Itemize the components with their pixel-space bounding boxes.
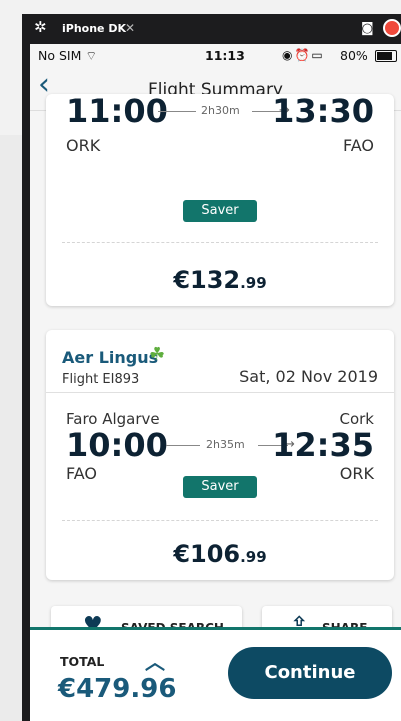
record-icon[interactable]: [383, 19, 401, 37]
duration: 2h30m: [201, 104, 240, 117]
fare-badge: Saver: [183, 200, 257, 222]
arrive-code: ORK: [339, 464, 374, 483]
outbound-flight-card: 11:00 2h30m → 13:30 ORK FAO Saver €132.9…: [46, 92, 394, 306]
route-line-left: [158, 111, 196, 112]
checkout-footer: TOTAL ︿ €479.96 Continue: [30, 627, 401, 721]
arrive-time: 12:35: [272, 426, 374, 464]
arrive-time: 13:30: [272, 92, 374, 130]
return-flight-card: Aer Lingus ☘ Flight EI893 Sat, 02 Nov 20…: [46, 330, 394, 580]
flight-number: Flight EI893: [62, 372, 140, 387]
simulator-title: iPhone DK: [62, 22, 126, 35]
flight-price: €106.99: [173, 540, 267, 568]
continue-button[interactable]: Continue: [228, 647, 392, 699]
flight-price: €132.99: [173, 266, 267, 294]
total-amount: €479.96: [58, 674, 177, 704]
close-icon[interactable]: ✕: [125, 21, 135, 35]
fare-badge: Saver: [183, 476, 257, 498]
route-line-left: [166, 445, 200, 446]
depart-code: FAO: [66, 464, 97, 483]
simulator-title-bar: ✲ iPhone DK ✕ ◙: [22, 14, 401, 44]
status-bar: No SIM ⌔ 11:13 ◉⏰▭ 80%: [30, 44, 401, 66]
shamrock-icon: ☘: [149, 344, 166, 365]
arrive-code: FAO: [343, 136, 374, 155]
dashed-divider: [62, 242, 378, 243]
phone-screen: No SIM ⌔ 11:13 ◉⏰▭ 80% ‹ Flight Summary …: [30, 44, 401, 721]
camera-icon[interactable]: ◙: [361, 21, 374, 36]
carrier-label: No SIM ⌔: [38, 48, 98, 63]
total-label: TOTAL: [60, 654, 105, 669]
chevron-up-icon[interactable]: ︿: [145, 646, 165, 675]
flight-date: Sat, 02 Nov 2019: [239, 367, 378, 386]
battery-icon: [375, 50, 397, 62]
status-icons: ◉⏰▭: [282, 48, 325, 62]
status-time: 11:13: [205, 48, 245, 63]
duration: 2h35m: [206, 438, 245, 451]
battery-percent: 80%: [340, 48, 368, 63]
dashed-divider: [62, 520, 378, 521]
depart-time: 11:00: [66, 92, 168, 130]
gear-icon[interactable]: ✲: [34, 20, 47, 35]
airline-name: Aer Lingus: [62, 348, 159, 367]
depart-time: 10:00: [66, 426, 168, 464]
card-divider: [46, 392, 394, 393]
depart-code: ORK: [66, 136, 101, 155]
